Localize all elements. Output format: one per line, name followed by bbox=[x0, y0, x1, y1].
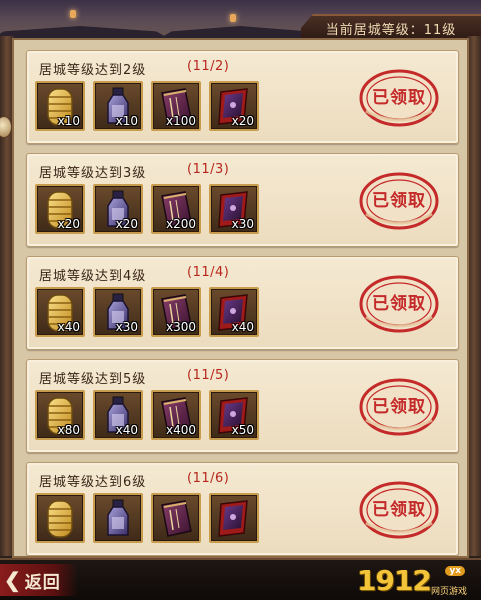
item-quantity: x50 bbox=[231, 423, 254, 437]
reward-item-row: x20 x20 x200 x30 bbox=[35, 184, 267, 234]
reward-item-slot[interactable]: x40 bbox=[35, 287, 85, 337]
scroll-knob-icon[interactable] bbox=[0, 116, 12, 138]
reward-item-slot[interactable] bbox=[209, 493, 259, 543]
reward-title: 居城等级达到3级 bbox=[39, 166, 147, 181]
reward-progress: (11/2) bbox=[187, 59, 230, 74]
reward-item-slot[interactable]: x20 bbox=[35, 184, 85, 234]
reward-item-slot[interactable]: x30 bbox=[209, 184, 259, 234]
scroll-book-icon bbox=[153, 495, 199, 541]
reward-item-slot[interactable]: x10 bbox=[93, 81, 143, 131]
reward-item-row: x10 x10 x100 x20 bbox=[35, 81, 267, 131]
reward-item-slot[interactable]: x50 bbox=[209, 390, 259, 440]
reward-progress: (11/5) bbox=[187, 368, 230, 383]
reward-list: 居城等级达到2级 (11/2) x10 x10 x100 x20 已领取 居城等级达到3级 (1… bbox=[26, 50, 459, 556]
lantern-icon bbox=[230, 14, 236, 22]
reward-item-slot[interactable]: x40 bbox=[209, 287, 259, 337]
reward-progress: (11/6) bbox=[187, 471, 230, 486]
logo-number: 1912 bbox=[357, 564, 432, 597]
reward-item-slot[interactable]: x400 bbox=[151, 390, 201, 440]
claimed-stamp-label: 已领取 bbox=[372, 294, 426, 314]
reward-list-panel[interactable]: 居城等级达到2级 (11/2) x10 x10 x100 x20 已领取 居城等级达到3级 (1… bbox=[12, 38, 469, 558]
item-quantity: x80 bbox=[57, 423, 80, 437]
potion-bottle-icon bbox=[95, 495, 141, 541]
reward-title: 居城等级达到4级 bbox=[39, 269, 147, 284]
claimed-stamp-label: 已领取 bbox=[372, 397, 426, 417]
reward-item-slot[interactable]: x200 bbox=[151, 184, 201, 234]
gold-ingot-icon bbox=[37, 495, 83, 541]
bottom-bar: ❮ 返回 1912 yx 网页游戏 bbox=[0, 558, 481, 600]
item-quantity: x40 bbox=[115, 423, 138, 437]
item-quantity: x100 bbox=[165, 114, 196, 128]
back-button-label: 返回 bbox=[24, 572, 61, 593]
item-quantity: x10 bbox=[57, 114, 80, 128]
logo-subtitle: 网页游戏 bbox=[430, 587, 467, 597]
back-button[interactable]: ❮ 返回 bbox=[0, 564, 78, 596]
right-frame-rail bbox=[467, 36, 481, 556]
claimed-stamp: 已领取 bbox=[356, 65, 442, 131]
claimed-stamp-label: 已领取 bbox=[372, 88, 426, 108]
claimed-stamp-label: 已领取 bbox=[372, 191, 426, 211]
reward-progress: (11/4) bbox=[187, 265, 230, 280]
reward-item-slot[interactable]: x10 bbox=[35, 81, 85, 131]
item-quantity: x20 bbox=[231, 114, 254, 128]
reward-item-slot[interactable]: x80 bbox=[35, 390, 85, 440]
item-quantity: x40 bbox=[57, 320, 80, 334]
item-quantity: x30 bbox=[231, 217, 254, 231]
city-level-text: 当前居城等级：11级 bbox=[325, 22, 457, 38]
reward-item-slot[interactable] bbox=[151, 493, 201, 543]
claimed-stamp-label: 已领取 bbox=[372, 500, 426, 520]
logo-badge: yx bbox=[445, 566, 465, 576]
item-quantity: x300 bbox=[165, 320, 196, 334]
item-quantity: x20 bbox=[115, 217, 138, 231]
reward-item-row bbox=[35, 493, 267, 543]
reward-item-slot[interactable]: x100 bbox=[151, 81, 201, 131]
item-quantity: x30 bbox=[115, 320, 138, 334]
reward-item-slot[interactable]: x300 bbox=[151, 287, 201, 337]
claimed-stamp: 已领取 bbox=[356, 271, 442, 337]
reward-title: 居城等级达到5级 bbox=[39, 372, 147, 387]
reward-item-slot[interactable] bbox=[35, 493, 85, 543]
item-quantity: x10 bbox=[115, 114, 138, 128]
lantern-icon bbox=[70, 10, 76, 18]
reward-card: 居城等级达到3级 (11/3) x20 x20 x200 x30 已领取 bbox=[26, 153, 459, 247]
item-quantity: x40 bbox=[231, 320, 254, 334]
item-quantity: x200 bbox=[165, 217, 196, 231]
reward-item-row: x80 x40 x400 x50 bbox=[35, 390, 267, 440]
chevron-left-icon: ❮ bbox=[4, 568, 22, 592]
reward-progress: (11/3) bbox=[187, 162, 230, 177]
item-quantity: x20 bbox=[57, 217, 80, 231]
reward-item-slot[interactable]: x20 bbox=[209, 81, 259, 131]
reward-item-slot[interactable]: x40 bbox=[93, 390, 143, 440]
red-banner-icon bbox=[211, 495, 257, 541]
reward-item-slot[interactable]: x20 bbox=[93, 184, 143, 234]
reward-card: 居城等级达到4级 (11/4) x40 x30 x300 x40 已领取 bbox=[26, 256, 459, 350]
reward-item-row: x40 x30 x300 x40 bbox=[35, 287, 267, 337]
reward-title: 居城等级达到6级 bbox=[39, 475, 147, 490]
claimed-stamp: 已领取 bbox=[356, 168, 442, 234]
reward-card: 居城等级达到5级 (11/5) x80 x40 x400 x50 已领取 bbox=[26, 359, 459, 453]
reward-title: 居城等级达到2级 bbox=[39, 63, 147, 78]
reward-item-slot[interactable]: x30 bbox=[93, 287, 143, 337]
claimed-stamp: 已领取 bbox=[356, 374, 442, 440]
reward-item-slot[interactable] bbox=[93, 493, 143, 543]
reward-card: 居城等级达到2级 (11/2) x10 x10 x100 x20 已领取 bbox=[26, 50, 459, 144]
reward-card: 居城等级达到6级 (11/6) 已领取 bbox=[26, 462, 459, 556]
site-logo: 1912 yx 网页游戏 bbox=[357, 562, 469, 598]
item-quantity: x400 bbox=[165, 423, 196, 437]
claimed-stamp: 已领取 bbox=[356, 477, 442, 543]
